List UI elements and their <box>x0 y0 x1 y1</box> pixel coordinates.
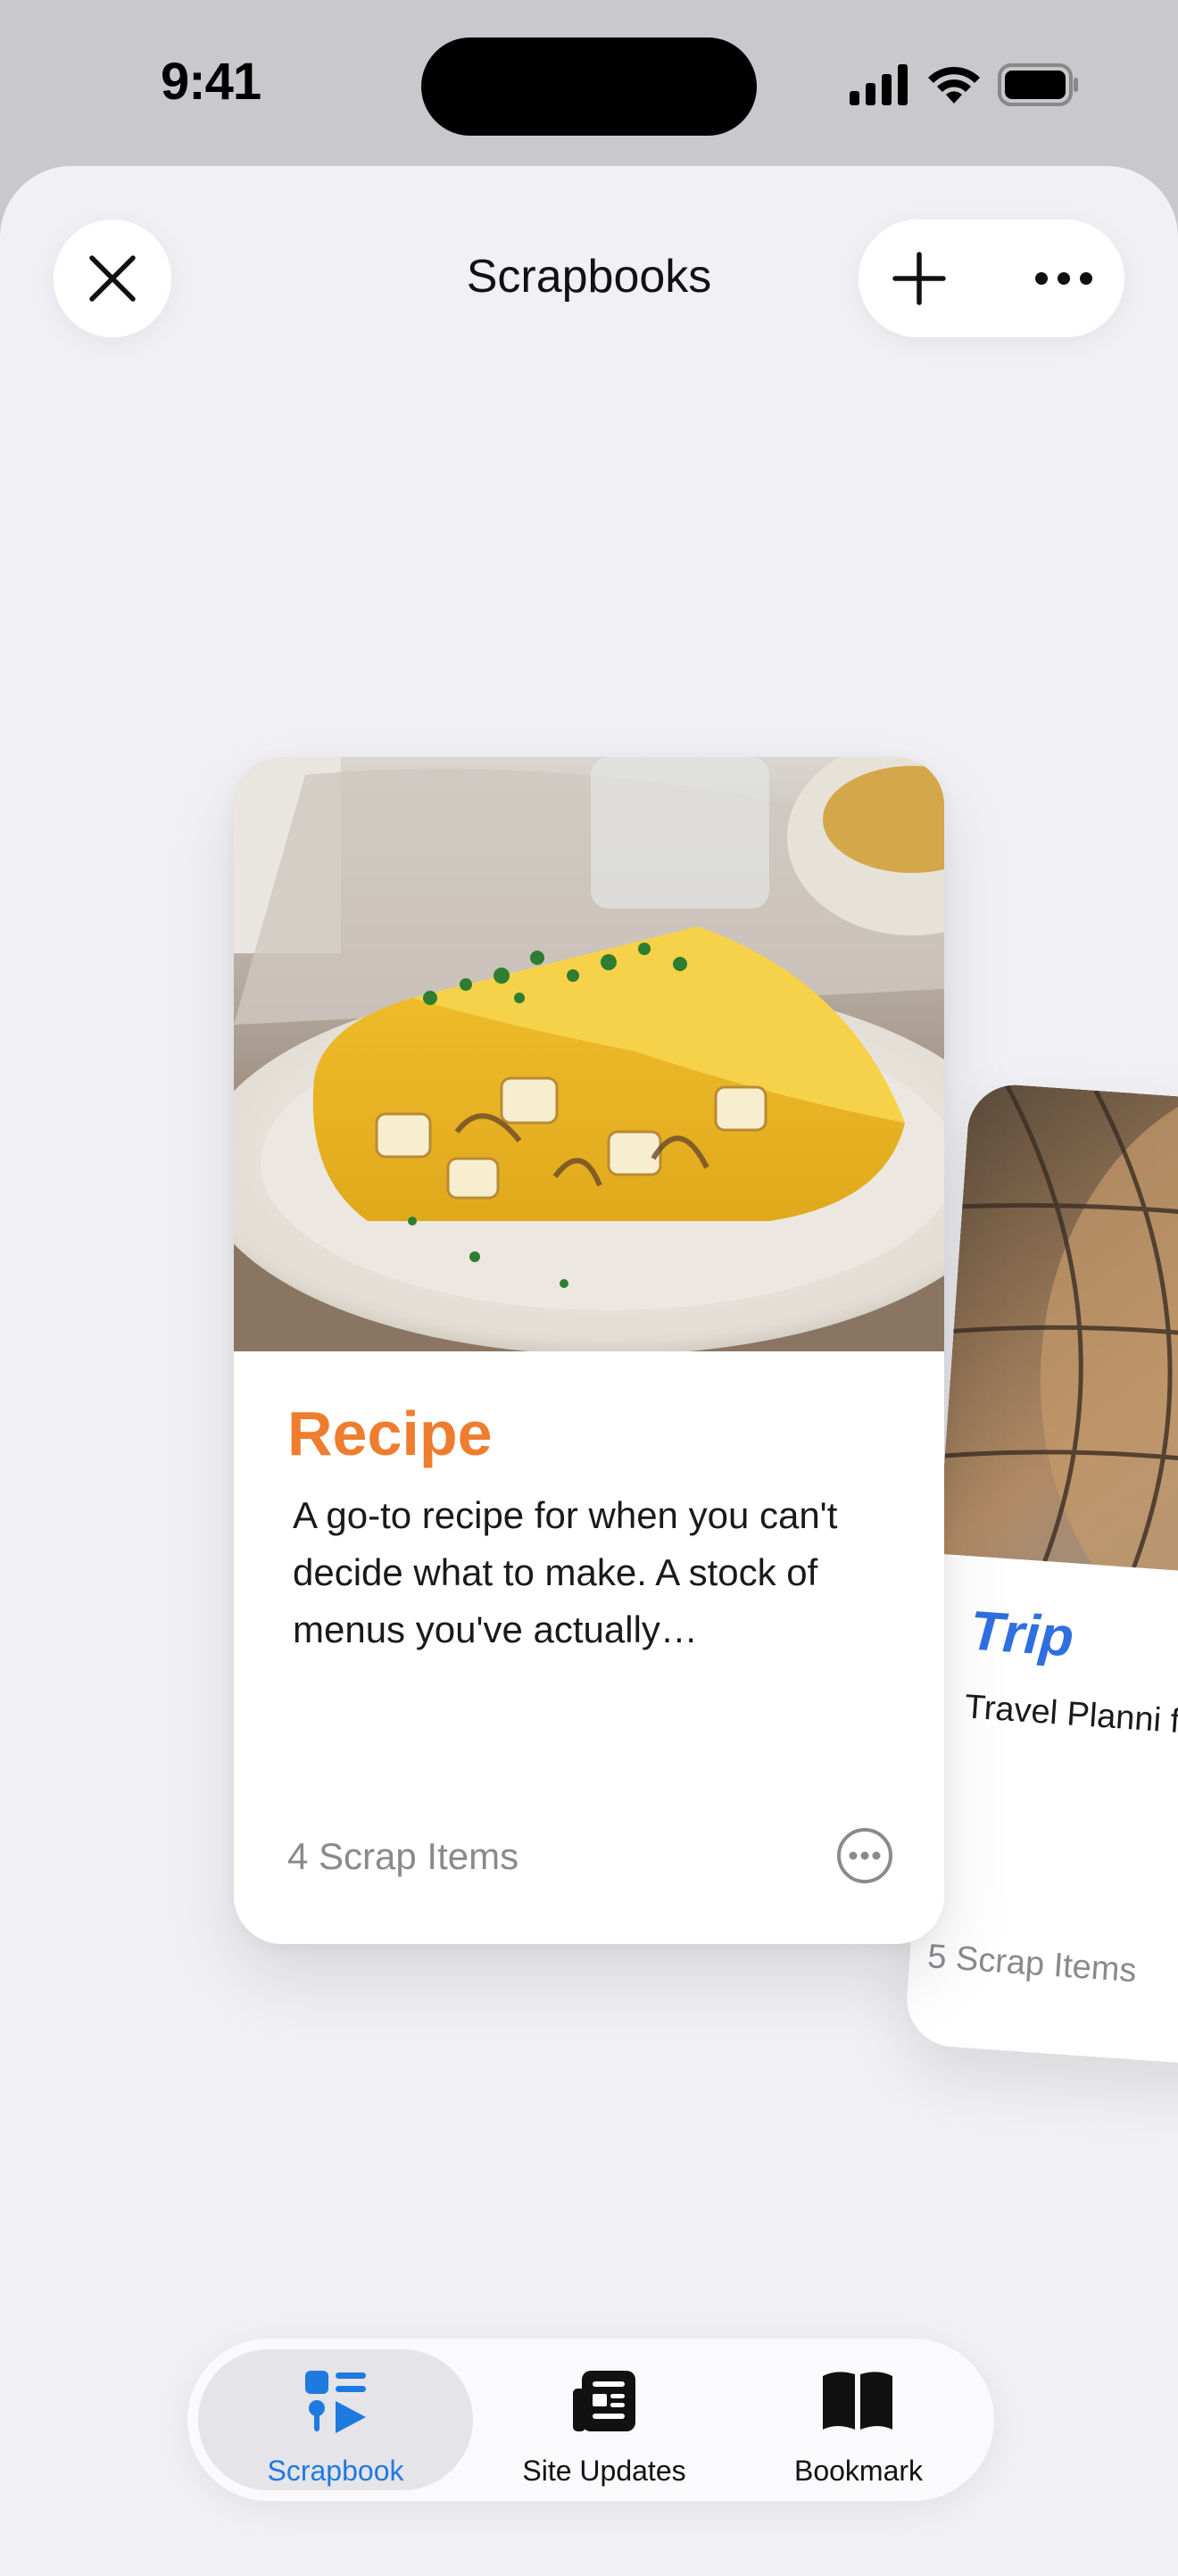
trip-cover-image <box>938 1082 1178 1591</box>
tab-label: Bookmark <box>734 2455 983 2488</box>
tab-label: Site Updates <box>491 2455 718 2488</box>
scrapbooks-sheet: Scrapbooks <box>0 166 1178 2576</box>
more-button[interactable] <box>1019 243 1108 314</box>
newspaper-icon <box>569 2367 639 2437</box>
scrapbook-card-trip[interactable]: Trip Travel Planni for Sweden 5 Scrap It… <box>904 1082 1178 2081</box>
card-description: Travel Planni for Sweden <box>963 1681 1178 1764</box>
signal-icon <box>850 64 908 105</box>
card-item-count: 5 Scrap Items <box>926 1938 1138 1990</box>
tab-bookmark[interactable]: Bookmark <box>734 2349 983 2490</box>
wifi-icon <box>926 62 982 105</box>
status-bar: 9:41 <box>0 0 1178 170</box>
dynamic-island <box>421 37 757 136</box>
status-time: 9:41 <box>161 52 261 112</box>
battery-icon <box>998 62 1080 107</box>
recipe-cover-image <box>234 757 944 1351</box>
card-title: Recipe <box>287 1398 493 1469</box>
card-description: A go-to recipe for when you can't decide… <box>293 1487 908 1658</box>
card-more-button[interactable] <box>835 1826 894 1885</box>
tab-scrapbook[interactable]: Scrapbook <box>198 2349 473 2490</box>
add-button[interactable] <box>884 243 955 314</box>
ellipsis-icon <box>1034 271 1093 286</box>
tab-label: Scrapbook <box>198 2455 473 2488</box>
card-title: Trip <box>968 1600 1076 1670</box>
header-actions <box>859 220 1124 337</box>
card-item-count: 4 Scrap Items <box>287 1835 518 1878</box>
plus-icon <box>892 252 946 305</box>
scrapbook-card-recipe[interactable]: Recipe A go-to recipe for when you can't… <box>234 757 944 1944</box>
scrapbook-icon <box>300 2367 371 2439</box>
tab-site-updates[interactable]: Site Updates <box>491 2349 718 2490</box>
book-icon <box>819 2367 896 2435</box>
tab-bar: Scrapbook Site Updates Bookmark <box>187 2339 994 2501</box>
